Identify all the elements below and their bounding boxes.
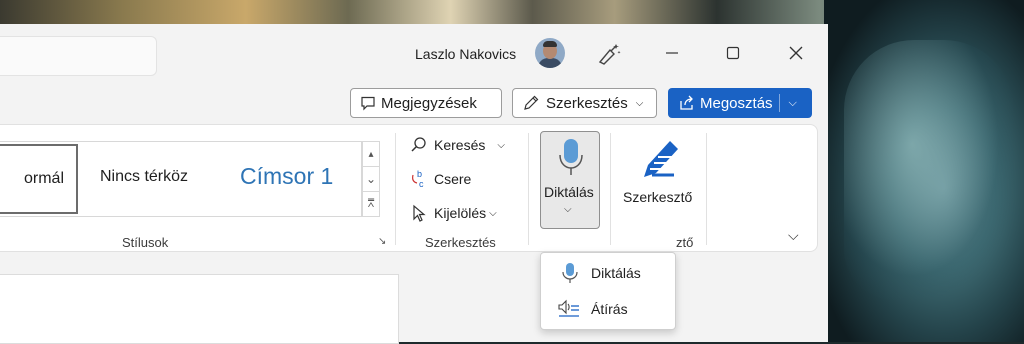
menu-item-dictate-label: Diktálás [591, 265, 641, 281]
comments-button[interactable]: Megjegyzések [350, 88, 502, 118]
dictate-dropdown-menu: Diktálás Átírás [540, 252, 676, 330]
styles-group-label: Stílusok [122, 235, 169, 250]
replace-icon: b c [412, 169, 424, 189]
select-label: Kijelölés [434, 205, 487, 221]
chevron-down-icon: ⌵ [635, 97, 644, 109]
group-separator [706, 133, 707, 245]
search-icon [411, 137, 426, 152]
maximize-button[interactable] [713, 38, 753, 68]
close-icon [789, 46, 803, 60]
menu-item-transcribe[interactable]: Átírás [541, 293, 675, 325]
menu-item-transcribe-label: Átírás [591, 301, 628, 317]
user-name[interactable]: Laszlo Nakovics [415, 46, 516, 62]
replace-label: Csere [434, 171, 472, 187]
minimize-button[interactable] [652, 38, 692, 68]
editor-button[interactable]: Szerkesztő [620, 133, 700, 213]
styles-dialog-launcher-icon[interactable]: ↘ [378, 236, 386, 247]
gallery-down-button[interactable]: ⌄ [362, 166, 380, 192]
editing-group-label: Szerkesztés [425, 235, 496, 250]
find-button[interactable]: Keresés ⌵ [410, 133, 505, 157]
find-dropdown-icon[interactable]: ⌵ [497, 140, 505, 151]
editor-label: Szerkesztő [623, 189, 693, 205]
group-separator [528, 133, 529, 245]
replace-button[interactable]: b c Csere [410, 167, 471, 191]
word-window: Laszlo Nakovics Megjegyzések Szerkesztés… [0, 24, 828, 344]
svg-text:c: c [419, 179, 424, 189]
desktop-wallpaper-right [824, 0, 1024, 342]
editing-mode-label: Szerkesztés [546, 94, 628, 112]
ribbon-display-options-icon[interactable]: ⌵ [788, 227, 799, 244]
gallery-more-button[interactable]: ⩞ [362, 191, 380, 217]
share-label: Megosztás [700, 94, 773, 112]
maximize-icon [726, 46, 740, 60]
title-search-box[interactable] [0, 36, 157, 76]
transcribe-icon [558, 299, 579, 317]
gallery-expand-icon: ⩞ [367, 197, 375, 210]
find-label: Keresés [434, 137, 486, 153]
styles-gallery-scroll: ▴ ⌄ ⩞ [362, 141, 380, 217]
style-no-spacing[interactable]: Nincs térköz [100, 168, 188, 186]
style-heading-1[interactable]: Címsor 1 [240, 163, 333, 190]
close-button[interactable] [776, 38, 816, 68]
share-separator [778, 94, 780, 112]
microphone-icon [559, 139, 583, 175]
group-separator [395, 133, 396, 245]
group-separator [610, 133, 611, 245]
chevron-down-icon: ⌄ [365, 172, 377, 186]
menu-item-dictate[interactable]: Diktálás [541, 257, 675, 289]
pencil-icon [524, 95, 539, 110]
ribbon-home: ormál Nincs térköz Címsor 1 ▴ ⌄ ⩞ Stílus… [0, 124, 818, 252]
cursor-arrow-icon [413, 204, 426, 222]
user-avatar[interactable] [535, 38, 565, 68]
editor-group-label: ztő [676, 235, 694, 250]
dictate-split-button[interactable]: Diktálás ⌵ [540, 131, 600, 229]
dictate-label: Diktálás [544, 184, 594, 200]
share-dropdown-icon[interactable]: ⌵ [789, 97, 797, 110]
gallery-up-button[interactable]: ▴ [362, 141, 380, 167]
select-button[interactable]: Kijelölés ⌵ [410, 201, 497, 225]
share-button[interactable]: Megosztás ⌵ [668, 88, 812, 118]
style-normal-label: ormál [23, 170, 64, 187]
microphone-icon [562, 263, 578, 283]
styles-gallery: ormál Nincs térköz Címsor 1 [0, 141, 362, 217]
select-dropdown-icon[interactable]: ⌵ [489, 208, 497, 219]
designer-wand-icon[interactable] [596, 42, 622, 66]
share-icon [680, 95, 693, 110]
style-normal[interactable]: ormál [0, 144, 78, 214]
chevron-up-icon: ▴ [368, 148, 374, 160]
comments-label: Megjegyzések [381, 94, 477, 112]
svg-text:b: b [417, 169, 422, 179]
document-page[interactable] [0, 274, 399, 344]
comment-icon [361, 96, 375, 111]
editor-pen-icon [644, 141, 678, 177]
dictate-dropdown-icon[interactable]: ⌵ [564, 204, 572, 215]
editing-mode-button[interactable]: Szerkesztés ⌵ [512, 88, 657, 118]
